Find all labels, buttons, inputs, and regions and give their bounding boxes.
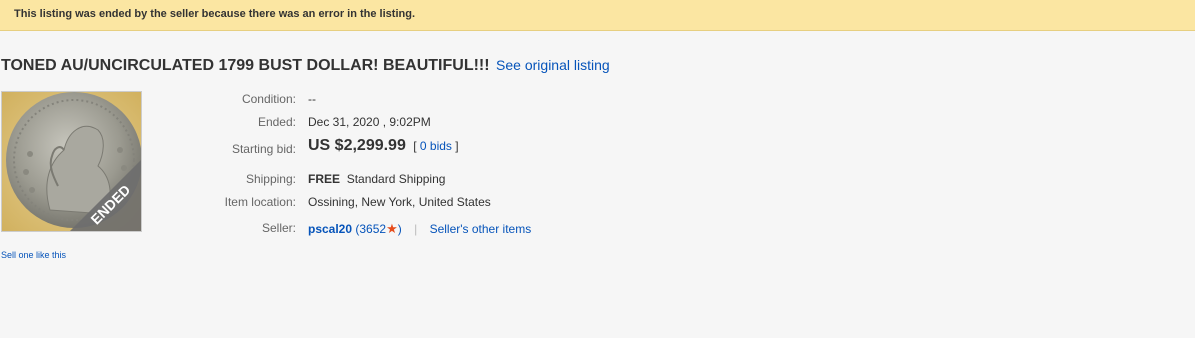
seller-other-items-link[interactable]: Seller's other items (430, 222, 532, 236)
coin-image: ENDED (2, 92, 141, 231)
shipping-free: FREE (308, 172, 341, 186)
banner-message: This listing was ended by the seller bec… (14, 8, 416, 20)
starting-bid-price: US $2,299.99 (308, 137, 406, 154)
shipping-label: Shipping: (245, 172, 296, 186)
item-location-value: Ossining, New York, United States (308, 195, 491, 209)
seller-name-link[interactable]: pscal20 (308, 222, 352, 236)
starting-bid-label: Starting bid: (231, 142, 296, 156)
condition-label: Condition: (241, 92, 296, 106)
bids-bracket-open: [ (413, 139, 417, 153)
item-location-label: Item location: (224, 195, 296, 209)
title-row: TONED AU/UNCIRCULATED 1799 BUST DOLLAR! … (1, 57, 610, 75)
separator: | (414, 222, 418, 236)
seller-info: pscal20 (3652★) | Seller's other items (308, 221, 531, 237)
see-original-listing-link[interactable]: See original listing (496, 57, 610, 73)
shipping-method: Standard Shipping (346, 172, 446, 186)
ended-value: Dec 31, 2020 , 9:02PM (308, 115, 431, 129)
status-banner: This listing was ended by the seller bec… (0, 0, 1195, 31)
condition-value: -- (308, 92, 316, 106)
seller-feedback-score[interactable]: (3652 (355, 222, 386, 236)
bids-link[interactable]: 0 bids (420, 139, 452, 153)
star-icon: ★ (386, 221, 398, 236)
ended-label: Ended: (257, 115, 296, 129)
sell-one-like-this-link[interactable]: Sell one like this (1, 250, 66, 260)
seller-label: Seller: (261, 221, 296, 235)
starting-bid-row: US $2,299.99 [ 0 bids ] (308, 137, 459, 155)
bids-count: [ 0 bids ] (413, 139, 458, 153)
item-photo[interactable]: ENDED (1, 91, 142, 232)
listing-title: TONED AU/UNCIRCULATED 1799 BUST DOLLAR! … (1, 57, 490, 74)
bids-bracket-close: ] (455, 139, 459, 153)
seller-feedback-close: ) (397, 222, 402, 236)
shipping-value: FREE Standard Shipping (308, 172, 445, 186)
